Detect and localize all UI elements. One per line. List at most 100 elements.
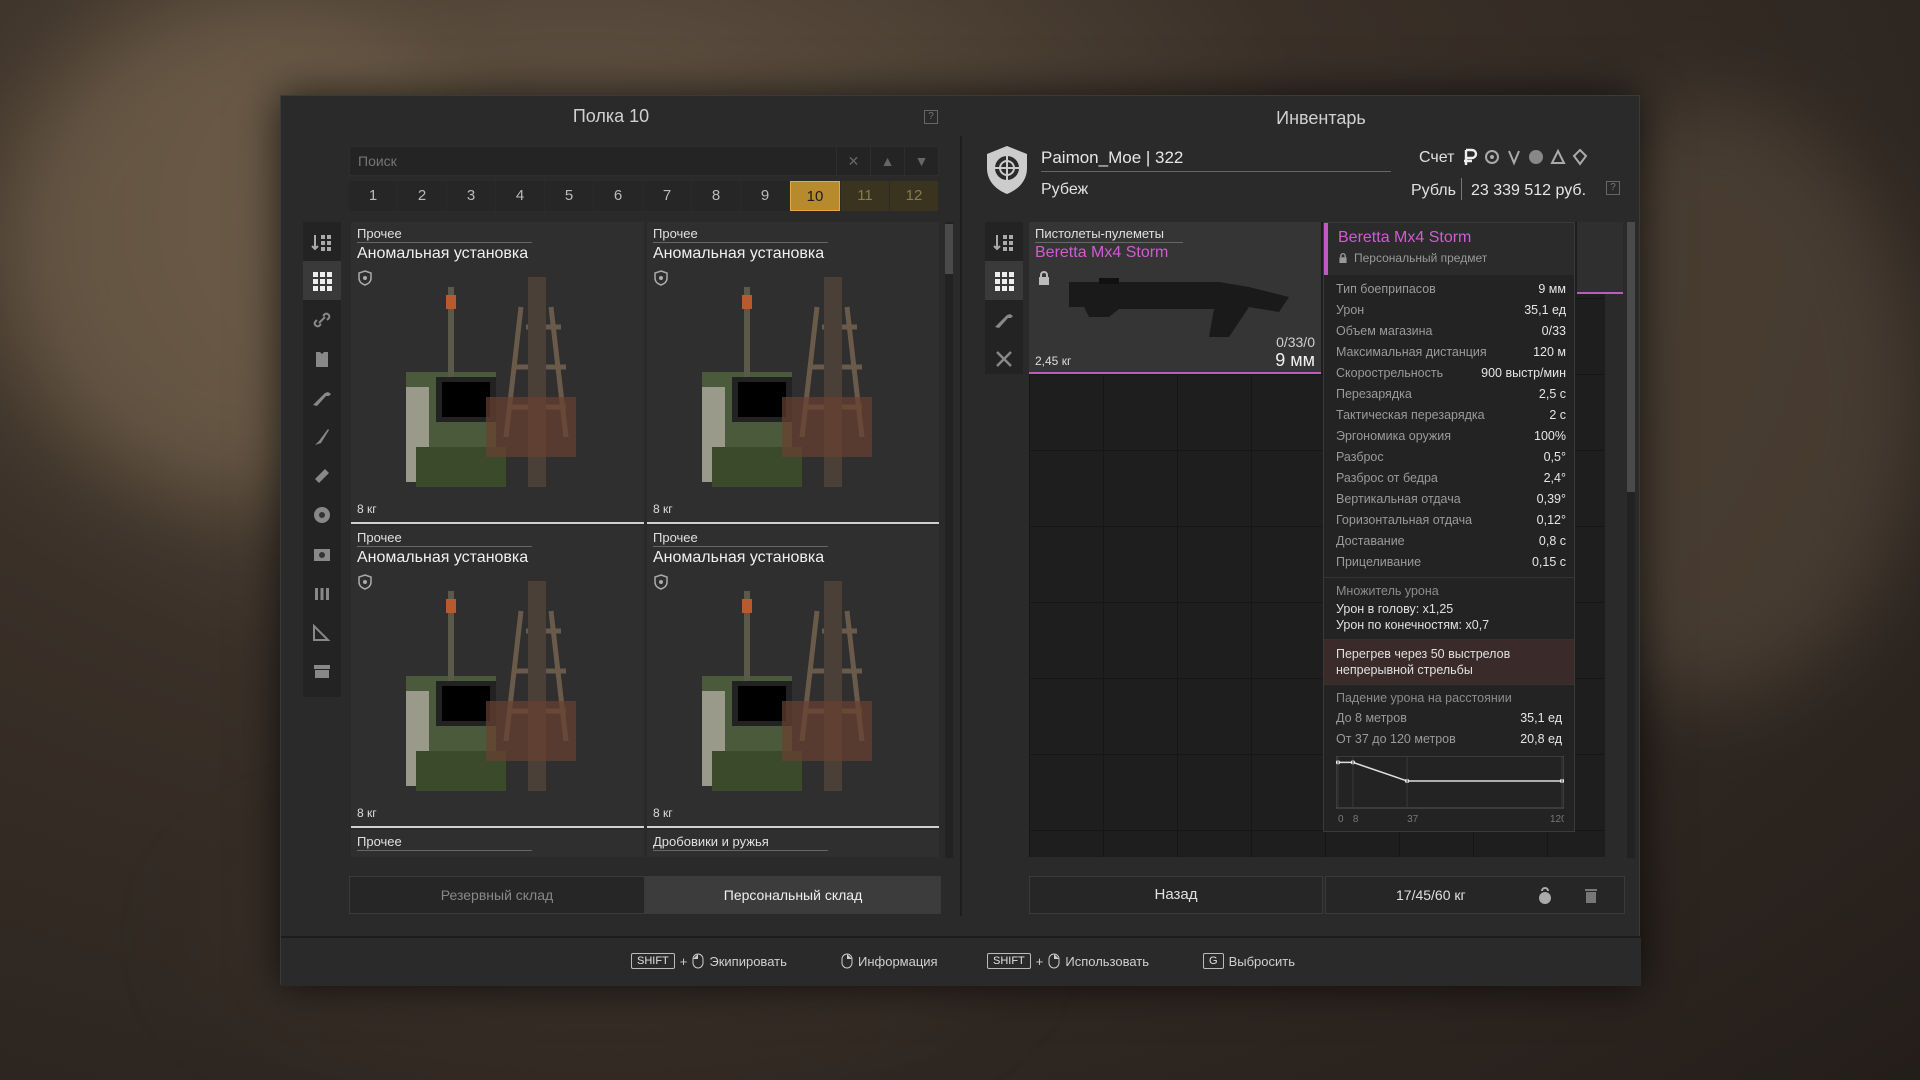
stat-row: Горизонтальная отдача 0,12° [1336,513,1566,527]
clear-icon[interactable]: ✕ [836,147,870,175]
page-12[interactable]: 12 [890,181,938,211]
artifact-icon[interactable] [303,495,341,534]
currency-icons [1461,148,1589,166]
page-6[interactable]: 6 [594,181,642,211]
item-category: Прочее [357,530,402,545]
stat-row: Максимальная дистанция 120 м [1336,345,1566,359]
ammo-icon[interactable] [303,456,341,495]
shift-key: SHIFT [987,953,1031,969]
box-icon[interactable] [303,651,341,690]
sort-icon[interactable] [985,222,1023,261]
inventory-scrollbar[interactable] [1627,222,1635,858]
tab-reserve-storage[interactable]: Резервный склад [349,876,645,914]
tooltip-subtitle: Персональный предмет [1354,251,1488,265]
page-10[interactable]: 10 [790,181,840,211]
item-weight: 8 кг [357,806,377,820]
item-card[interactable]: Прочее [351,830,644,857]
gear-currency-icon[interactable] [1483,148,1501,166]
page-4[interactable]: 4 [496,181,544,211]
hint-equip: SHIFT + Экипировать [631,953,787,969]
all-items-grid-icon[interactable] [303,261,341,300]
bullets-icon[interactable] [303,573,341,612]
page-11[interactable]: 11 [841,181,889,211]
shelf-help-icon[interactable]: ? [924,110,938,124]
tab-personal-storage[interactable]: Персональный склад [645,876,941,914]
search-bar: ✕ ▲ ▼ [349,146,939,176]
armor-icon[interactable] [303,339,341,378]
item-category: Прочее [357,834,402,849]
balance-label: Рубль [1411,182,1456,199]
arrow-up-icon[interactable]: ▲ [870,147,904,175]
coin-currency-icon[interactable] [1527,148,1545,166]
page-3[interactable]: 3 [447,181,495,211]
mouse-right-icon [1048,953,1060,969]
item-weight: 8 кг [653,502,673,516]
trophy-currency-icon[interactable] [1505,148,1523,166]
stat-row: Доставание 0,8 с [1336,534,1566,548]
rifle-icon[interactable] [985,300,1023,339]
falloff-tick-label: 8 [1353,814,1359,824]
inventory-filter-sidebar [985,222,1023,374]
item-name: Аномальная установка [357,245,529,262]
shift-key: SHIFT [631,953,675,969]
tooltip-title: Beretta Mx4 Storm [1338,229,1472,246]
page-9[interactable]: 9 [741,181,789,211]
account-label: Счет [1419,149,1455,166]
stats-list: Тип боеприпасов 9 мм Урон 35,1 ед Объем ма… [1324,275,1574,573]
item-card[interactable]: Дробовики и ружья [647,830,939,857]
shelf-grid: Прочее Аномальная установка 8 кг Прочее … [351,222,939,857]
item-card[interactable]: Прочее Аномальная установка 8 кг [647,526,939,828]
page-5[interactable]: 5 [545,181,593,211]
stat-row: Разброс 0,5° [1336,450,1566,464]
overheat-note: Перегрев через 50 выстрелов непрерывной … [1324,639,1574,684]
ruler-icon[interactable] [303,612,341,651]
chain-link-icon[interactable] [303,300,341,339]
page-8[interactable]: 8 [692,181,740,211]
page-7[interactable]: 7 [643,181,691,211]
rifle-icon[interactable] [303,378,341,417]
shelf-pages: 1 2 3 4 5 6 7 8 9 10 11 12 [349,181,939,211]
shelf-scroll-thumb[interactable] [945,224,953,274]
page-1[interactable]: 1 [349,181,397,211]
item-card[interactable]: Прочее Аномальная установка 8 кг [647,222,939,524]
shelf-scrollbar[interactable] [945,222,953,858]
stat-row: Разброс от бедра 2,4° [1336,471,1566,485]
item-card[interactable]: Прочее Аномальная установка 8 кг [351,526,644,828]
sort-icon[interactable] [303,222,341,261]
mouse-right-icon [841,953,853,969]
chart-currency-icon[interactable] [1549,148,1567,166]
page-2[interactable]: 2 [398,181,446,211]
knife-icon[interactable] [303,417,341,456]
arrow-down-icon[interactable]: ▼ [904,147,938,175]
hint-info: Информация [841,953,938,969]
item-card[interactable]: Прочее Аномальная установка 8 кг [351,222,644,524]
shield-icon [358,574,372,590]
shield-icon [654,270,668,286]
ruble-icon[interactable] [1461,148,1479,166]
token-currency-icon[interactable] [1571,148,1589,166]
weapon-weight: 2,45 кг [1035,354,1072,368]
player-name: Paimon_Moe | 322 [1041,148,1184,167]
weight-text: 17/45/60 кг [1396,887,1466,903]
hint-drop: G Выбросить [1203,953,1295,969]
falloff-tick-label: 120 [1550,814,1564,824]
weapon-card[interactable]: Пистолеты-пулеметы Beretta Mx4 Storm 0/3… [1029,222,1321,374]
smg-image [1069,278,1289,337]
all-items-grid-icon[interactable] [985,261,1023,300]
item-category: Прочее [653,530,698,545]
back-button[interactable]: Назад [1029,876,1323,914]
stat-row: Перезарядка 2,5 с [1336,387,1566,401]
search-input[interactable] [350,153,836,169]
item-card[interactable] [1577,222,1623,294]
item-name: Аномальная установка [653,549,825,566]
inventory-scroll-thumb[interactable] [1627,222,1635,492]
falloff-graph: 0 8 37 120 [1335,755,1567,825]
camera-icon[interactable] [303,534,341,573]
balance-help-icon[interactable]: ? [1606,181,1620,195]
falloff-line [1338,761,1562,782]
hint-use: SHIFT + Использовать [987,953,1149,969]
item-weight: 8 кг [357,502,377,516]
shield-icon [358,270,372,286]
tools-icon[interactable] [985,339,1023,378]
trash-icon[interactable] [1583,886,1599,904]
